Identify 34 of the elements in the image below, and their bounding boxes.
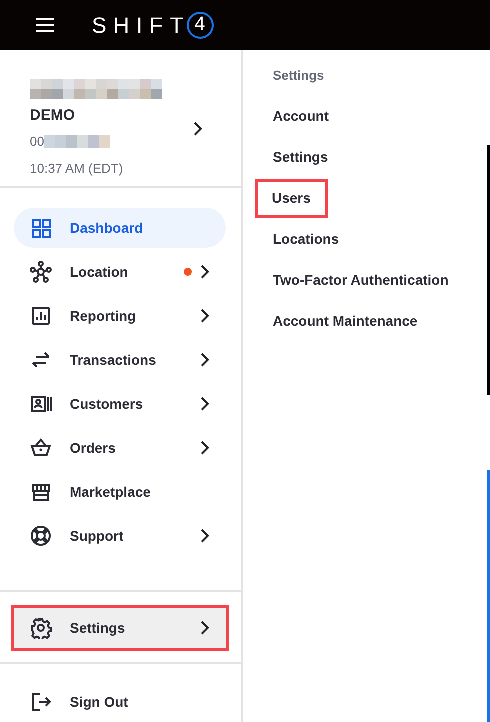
nav-item[interactable]: Marketplace bbox=[14, 472, 226, 512]
submenu-link[interactable]: Account bbox=[273, 100, 329, 133]
submenu-link[interactable]: Settings bbox=[273, 141, 328, 174]
nav-item[interactable]: Location bbox=[14, 252, 226, 292]
grid-icon bbox=[30, 217, 52, 239]
submenu-link[interactable]: Account Maintenance bbox=[273, 305, 418, 338]
submenu-link[interactable]: Locations bbox=[273, 223, 340, 256]
submenu-link[interactable]: Two-Factor Authentication bbox=[273, 264, 449, 297]
account-id: 00 bbox=[30, 132, 44, 151]
chart-icon bbox=[30, 305, 52, 327]
gear-icon bbox=[30, 617, 52, 639]
nav-item[interactable]: Customers bbox=[14, 384, 226, 424]
contact-card-icon bbox=[30, 393, 52, 415]
submenu-title: Settings bbox=[273, 67, 326, 85]
redaction-mosaic bbox=[44, 135, 110, 148]
chevron-icon[interactable] bbox=[193, 122, 203, 136]
nav-item[interactable]: Support bbox=[14, 516, 226, 556]
account-time: 10:37 AM (EDT) bbox=[30, 160, 124, 178]
submenu-link[interactable]: Users bbox=[258, 182, 325, 215]
nav-item[interactable]: Sign Out bbox=[14, 682, 226, 722]
network-icon bbox=[30, 261, 52, 283]
sign-out-icon bbox=[30, 691, 52, 713]
nav-item[interactable]: Settings bbox=[14, 608, 226, 648]
menu-icon[interactable] bbox=[36, 18, 54, 32]
basket-icon bbox=[30, 437, 52, 459]
chevron-icon bbox=[200, 621, 210, 635]
account-name: DEMO bbox=[30, 106, 76, 126]
nav-item[interactable]: Transactions bbox=[14, 340, 226, 380]
lifebuoy-icon bbox=[30, 525, 52, 547]
storefront-icon bbox=[30, 481, 52, 503]
logo: SHIFT 4 bbox=[92, 8, 214, 42]
nav-item[interactable]: Reporting bbox=[14, 296, 226, 336]
nav-item[interactable]: Orders bbox=[14, 428, 226, 468]
nav-item[interactable]: Dashboard bbox=[14, 208, 226, 248]
